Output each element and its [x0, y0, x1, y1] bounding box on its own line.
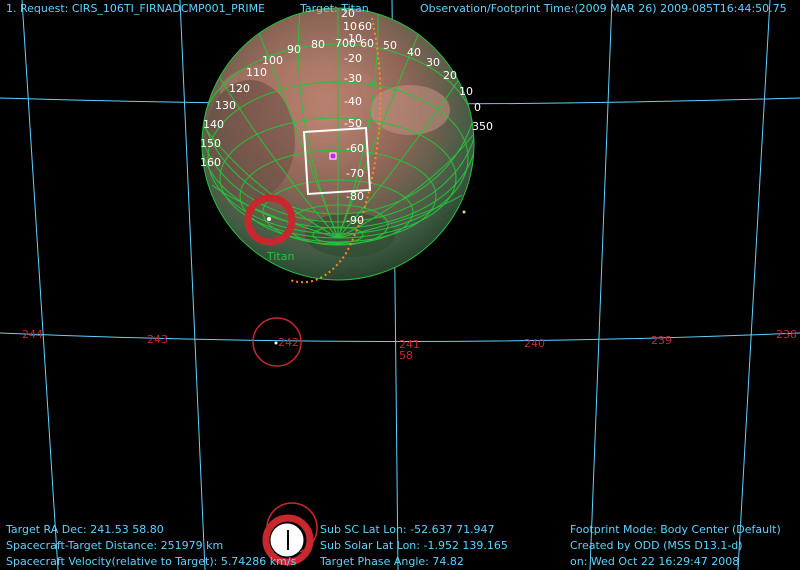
svg-text:40: 40 [407, 46, 421, 59]
svg-text:10: 10 [343, 20, 357, 33]
observation-time: Observation/Footprint Time:(2009 MAR 26)… [420, 2, 787, 15]
svg-text:243: 243 [147, 333, 168, 346]
info-middle: Sub SC Lat Lon: -52.637 71.947 Sub Solar… [320, 522, 508, 570]
svg-text:140: 140 [203, 118, 224, 131]
phase-angle-readout: Target Phase Angle: 74.82 [320, 555, 464, 568]
velocity-readout: Spacecraft Velocity(relative to Target):… [6, 555, 297, 568]
svg-text:240: 240 [524, 337, 545, 350]
latitude-labels: -10 -20 -30 -40 -50 -60 -70 -80 -90 [344, 32, 364, 227]
svg-text:80: 80 [311, 38, 325, 51]
svg-text:58: 58 [399, 349, 413, 362]
svg-text:-20: -20 [344, 52, 362, 65]
svg-text:244: 244 [22, 328, 43, 341]
svg-text:120: 120 [229, 82, 250, 95]
info-left: Target RA Dec: 241.53 58.80 Spacecraft-T… [6, 522, 296, 570]
svg-text:0: 0 [474, 101, 481, 114]
request-label: 1. Request: CIRS_106TI_FIRNADCMP001_PRIM… [6, 2, 266, 15]
sub-sc-readout: Sub SC Lat Lon: -52.637 71.947 [320, 523, 495, 536]
svg-text:-40: -40 [344, 95, 362, 108]
svg-text:350: 350 [472, 120, 493, 133]
svg-text:90: 90 [287, 43, 301, 56]
svg-text:242: 242 [278, 336, 299, 349]
svg-text:239: 239 [651, 334, 672, 347]
distance-readout: Spacecraft-Target Distance: 251979 km [6, 539, 224, 552]
svg-text:50: 50 [383, 39, 397, 52]
svg-text:-80: -80 [346, 190, 364, 203]
svg-text:10: 10 [459, 85, 473, 98]
svg-text:-60: -60 [346, 142, 364, 155]
created-date: on: Wed Oct 22 16:29:47 2008 [570, 555, 740, 568]
footprint-mode: Footprint Mode: Body Center (Default) [570, 523, 781, 536]
created-by: Created by ODD (MSS D13.1-d) [570, 539, 743, 552]
svg-text:700: 700 [335, 37, 356, 50]
svg-text:110: 110 [246, 66, 267, 79]
target-label: Target: Titan [300, 2, 369, 15]
ra-dec-readout: Target RA Dec: 241.53 58.80 [6, 523, 164, 536]
svg-text:130: 130 [215, 99, 236, 112]
body-label: Titan [266, 250, 294, 263]
svg-text:20: 20 [443, 69, 457, 82]
svg-text:-70: -70 [346, 167, 364, 180]
svg-text:60: 60 [358, 20, 372, 33]
footprint-view: Titan -10 -20 -30 -40 -50 -60 -70 -80 -9… [0, 0, 800, 570]
sub-solar-readout: Sub Solar Lat Lon: -1.952 139.165 [320, 539, 508, 552]
svg-text:238: 238 [776, 328, 797, 341]
ra-labels: 244 243 242 241 240 239 238 58 [22, 328, 797, 362]
svg-text:-30: -30 [344, 72, 362, 85]
info-right: Footprint Mode: Body Center (Default) Cr… [570, 522, 781, 570]
svg-text:160: 160 [200, 156, 221, 169]
svg-text:30: 30 [426, 56, 440, 69]
svg-text:-90: -90 [346, 214, 364, 227]
svg-text:150: 150 [200, 137, 221, 150]
svg-text:60: 60 [360, 37, 374, 50]
svg-text:-50: -50 [344, 117, 362, 130]
